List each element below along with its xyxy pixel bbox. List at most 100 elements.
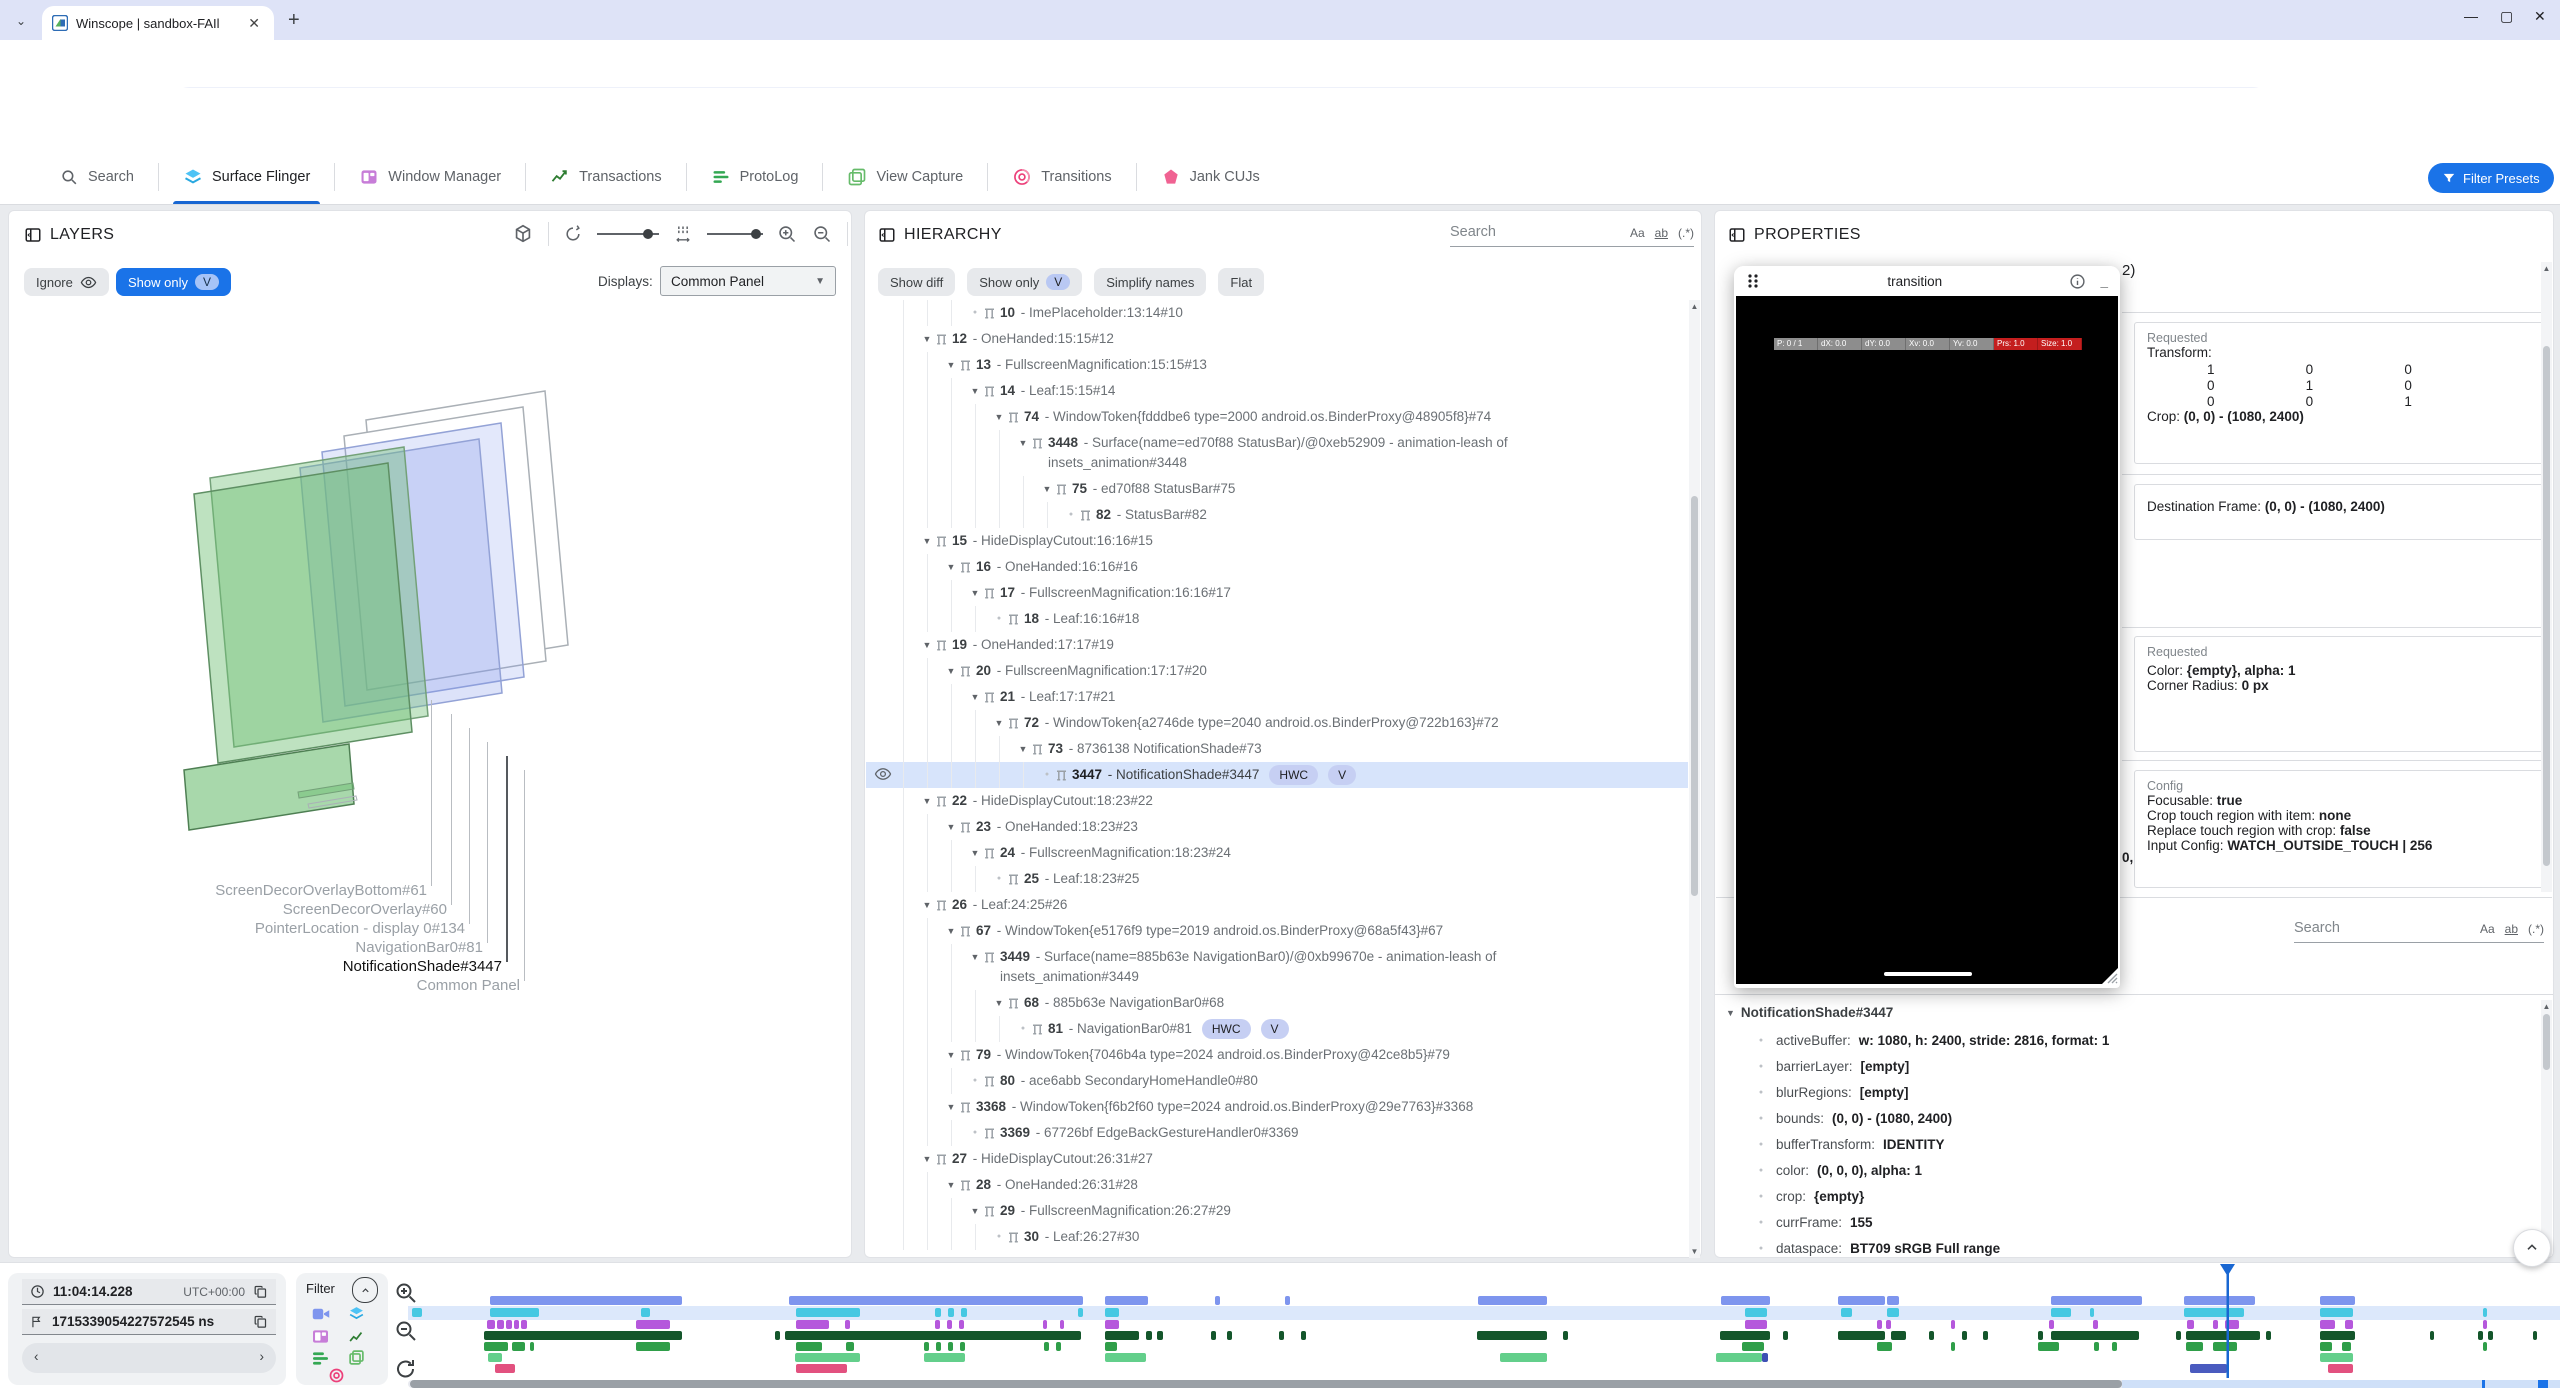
- property-row[interactable]: ●currFrame:155: [1754, 1210, 2514, 1236]
- properties-search-input[interactable]: Search Aaab(.*): [2294, 920, 2544, 943]
- rotation-slider[interactable]: [597, 227, 659, 241]
- timestamp-field[interactable]: 11:04:14.228 UTC+00:00: [22, 1279, 276, 1305]
- tree-row[interactable]: ▼22 - HideDisplayCutout:18:23#22: [866, 788, 1688, 814]
- expand-arrow-icon[interactable]: ▼: [966, 840, 984, 866]
- tree-row[interactable]: ▼27 - HideDisplayCutout:26:31#27: [866, 1146, 1688, 1172]
- property-row[interactable]: ●barrierLayer:[empty]: [1754, 1054, 2514, 1080]
- tree-row[interactable]: ▼16 - OneHanded:16:16#16: [866, 554, 1688, 580]
- property-tree-scrollbar[interactable]: ▲: [2541, 1000, 2552, 1256]
- tab-transactions[interactable]: Transactions: [526, 150, 685, 204]
- protolog-filter-icon[interactable]: [312, 1351, 329, 1366]
- expand-arrow-icon[interactable]: ▼: [966, 378, 984, 404]
- expand-arrow-icon[interactable]: ▼: [990, 404, 1008, 430]
- property-row[interactable]: ●color:(0, 0, 0), alpha: 1: [1754, 1158, 2514, 1184]
- view-capture-filter-icon[interactable]: [348, 1349, 365, 1366]
- tree-row[interactable]: ●25 - Leaf:18:23#25: [866, 866, 1688, 892]
- tree-row[interactable]: ●80 - ace6abb SecondaryHomeHandle0#80: [866, 1068, 1688, 1094]
- expand-arrow-icon[interactable]: ▼: [918, 632, 936, 658]
- expand-arrow-icon[interactable]: ▼: [918, 326, 936, 352]
- layer-3d-label[interactable]: NotificationShade#3447: [343, 958, 502, 975]
- expand-arrow-icon[interactable]: ▼: [942, 658, 960, 684]
- expand-arrow-icon[interactable]: ▼: [1014, 430, 1032, 456]
- tree-row[interactable]: ▼3448 - Surface(name=ed70f88 StatusBar)/…: [866, 430, 1688, 476]
- expand-arrow-icon[interactable]: ▼: [990, 990, 1008, 1016]
- spacing-slider[interactable]: [707, 227, 763, 241]
- tab-jank-cujs[interactable]: Jank CUJs: [1137, 150, 1284, 204]
- tree-row[interactable]: ●18 - Leaf:16:16#18: [866, 606, 1688, 632]
- expand-arrow-icon[interactable]: ▼: [966, 944, 984, 970]
- timeline-zoom-out-icon[interactable]: [394, 1319, 418, 1343]
- tab-view-capture[interactable]: View Capture: [823, 150, 987, 204]
- timeline-cursor[interactable]: [2218, 1264, 2237, 1378]
- show-only-chip[interactable]: Show onlyV: [967, 268, 1082, 296]
- copy-icon[interactable]: [253, 1284, 268, 1299]
- expand-arrow-icon[interactable]: ▼: [1726, 1000, 1735, 1026]
- tab-window-manager[interactable]: Window Manager: [335, 150, 525, 204]
- tab-surface-flinger[interactable]: Surface Flinger: [159, 150, 334, 204]
- tree-row[interactable]: ▼17 - FullscreenMagnification:16:16#17: [866, 580, 1688, 606]
- tab-search-chevron-icon[interactable]: ⌄: [8, 8, 34, 34]
- expand-arrow-icon[interactable]: ▼: [942, 1042, 960, 1068]
- new-tab-button[interactable]: +: [288, 9, 300, 32]
- screen-recording-filter-icon[interactable]: [312, 1307, 330, 1321]
- expand-arrow-icon[interactable]: ▼: [1014, 736, 1032, 762]
- property-row[interactable]: ●crop:{empty}: [1754, 1184, 2514, 1210]
- tree-row[interactable]: ▼79 - WindowToken{7046b4a type=2024 andr…: [866, 1042, 1688, 1068]
- collapse-panel-icon[interactable]: [1728, 226, 1746, 244]
- match-case-icon[interactable]: Aa: [1630, 226, 1645, 240]
- property-row[interactable]: ●dataspace:BT709 sRGB Full range: [1754, 1236, 2514, 1256]
- layer-3d-label[interactable]: Common Panel: [417, 977, 520, 994]
- expand-arrow-icon[interactable]: ▼: [918, 788, 936, 814]
- window-minimize-button[interactable]: —: [2464, 8, 2478, 24]
- hierarchy-scrollbar[interactable]: ▲ ▼: [1689, 300, 1700, 1258]
- drag-handle-icon[interactable]: [1746, 273, 1760, 289]
- show-diff-chip[interactable]: Show diff: [878, 268, 955, 296]
- show-only-chip[interactable]: Show only V: [116, 268, 231, 296]
- tab-close-icon[interactable]: ✕: [244, 15, 264, 32]
- tab-protolog[interactable]: ProtoLog: [687, 150, 823, 204]
- expand-arrow-icon[interactable]: ▼: [918, 892, 936, 918]
- match-word-icon[interactable]: ab: [2505, 922, 2518, 936]
- expand-arrow-icon[interactable]: ▼: [942, 918, 960, 944]
- flat-chip[interactable]: Flat: [1218, 268, 1264, 296]
- filter-presets-button[interactable]: Filter Presets: [2428, 163, 2554, 193]
- expand-arrow-icon[interactable]: ▼: [942, 1172, 960, 1198]
- tree-row[interactable]: ▼14 - Leaf:15:15#14: [866, 378, 1688, 404]
- tree-row[interactable]: ▼26 - Leaf:24:25#26: [866, 892, 1688, 918]
- zoom-out-icon[interactable]: [812, 224, 833, 245]
- tree-row[interactable]: ▼3368 - WindowToken{f6b2f60 type=2024 an…: [866, 1094, 1688, 1120]
- tree-row[interactable]: ▼21 - Leaf:17:17#21: [866, 684, 1688, 710]
- next-frame-button[interactable]: ›: [260, 1349, 265, 1364]
- tree-row[interactable]: ▼12 - OneHanded:15:15#12: [866, 326, 1688, 352]
- filter-collapse-button[interactable]: [352, 1277, 378, 1303]
- tree-row[interactable]: ▼3449 - Surface(name=885b63e NavigationB…: [866, 944, 1688, 990]
- tree-row[interactable]: ▼74 - WindowToken{fdddbe6 type=2000 andr…: [866, 404, 1688, 430]
- layer-3d-label[interactable]: PointerLocation - display 0#134: [255, 920, 465, 937]
- expand-arrow-icon[interactable]: ▼: [942, 1094, 960, 1120]
- tree-row[interactable]: ▼67 - WindowToken{e5176f9 type=2019 andr…: [866, 918, 1688, 944]
- tree-row[interactable]: ▼28 - OneHanded:26:31#28: [866, 1172, 1688, 1198]
- tree-row[interactable]: ▼24 - FullscreenMagnification:18:23#24: [866, 840, 1688, 866]
- expand-arrow-icon[interactable]: ▼: [918, 528, 936, 554]
- tree-row[interactable]: ●30 - Leaf:26:27#30: [866, 1224, 1688, 1250]
- rotation-icon[interactable]: [563, 224, 583, 244]
- regex-icon[interactable]: (.*): [1678, 226, 1694, 240]
- tree-row[interactable]: ▼20 - FullscreenMagnification:17:17#20: [866, 658, 1688, 684]
- expand-arrow-icon[interactable]: ▼: [942, 352, 960, 378]
- tree-row[interactable]: ▼68 - 885b63e NavigationBar0#68: [866, 990, 1688, 1016]
- tree-row[interactable]: ●81 - NavigationBar0#81HWCV: [866, 1016, 1688, 1042]
- expand-arrow-icon[interactable]: ▼: [966, 1198, 984, 1224]
- property-row[interactable]: ●bounds:(0, 0) - (1080, 2400): [1754, 1106, 2514, 1132]
- collapse-panel-icon[interactable]: [878, 226, 896, 244]
- transactions-filter-icon[interactable]: [348, 1329, 365, 1346]
- expand-arrow-icon[interactable]: ▼: [1038, 476, 1056, 502]
- nanoseconds-field[interactable]: 1715339054227572545 ns: [22, 1309, 276, 1335]
- tree-row[interactable]: ●10 - ImePlaceholder:13:14#10: [866, 300, 1688, 326]
- expand-arrow-icon[interactable]: ▼: [918, 1146, 936, 1172]
- tree-row[interactable]: ▼13 - FullscreenMagnification:15:15#13: [866, 352, 1688, 378]
- collapse-panel-icon[interactable]: [24, 226, 42, 244]
- tree-row[interactable]: ●3447 - NotificationShade#3447HWCV: [866, 762, 1688, 788]
- displays-select[interactable]: Common Panel ▼: [660, 266, 836, 296]
- expand-arrow-icon[interactable]: ▼: [942, 814, 960, 840]
- simplify-names-chip[interactable]: Simplify names: [1094, 268, 1206, 296]
